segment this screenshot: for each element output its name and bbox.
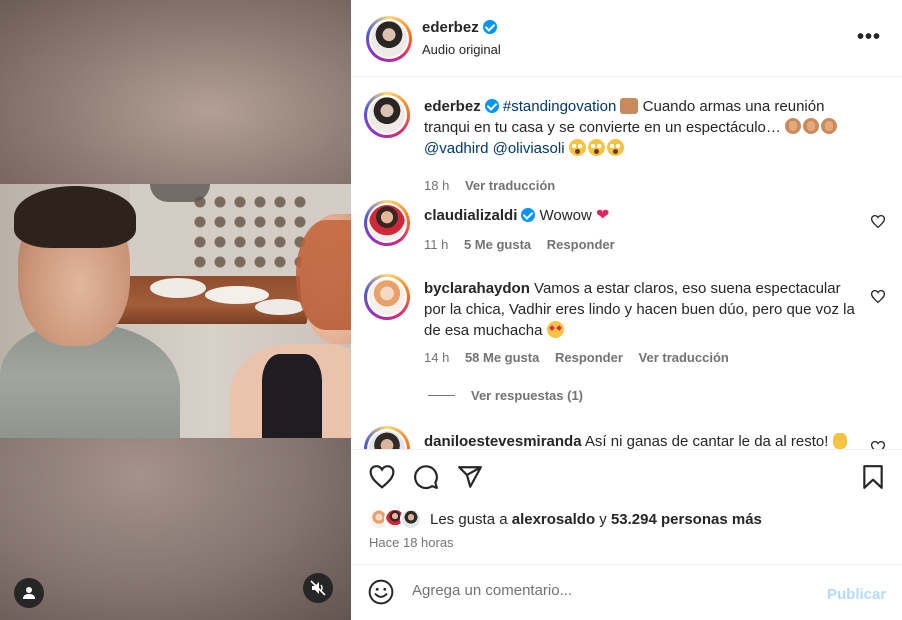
astonished-emoji-icon xyxy=(568,139,586,156)
red-heart-emoji-icon: ❤ xyxy=(595,205,610,224)
caption-hashtag[interactable]: #standingovation xyxy=(503,98,616,115)
verified-badge-icon xyxy=(521,208,536,222)
commenter-avatar[interactable] xyxy=(364,274,410,320)
likes-middle: y xyxy=(595,510,611,528)
user-tags-button[interactable] xyxy=(14,578,44,608)
raised-hands-emoji-icon xyxy=(620,98,639,114)
add-comment-bar: Publicar xyxy=(351,564,902,620)
comment-body: Wowow xyxy=(539,207,592,224)
clapping-hands-emoji-icon xyxy=(803,118,820,134)
comment-text: claudializaldi Wowow ❤ xyxy=(424,204,864,226)
view-replies-label: Ver respuestas (1) xyxy=(471,388,584,403)
speaker-muted-icon xyxy=(310,580,326,596)
video-person-man-hair xyxy=(14,186,136,248)
video-plate xyxy=(255,299,305,315)
likes-count[interactable]: 53.294 personas más xyxy=(611,511,762,528)
comment-like-heart-icon[interactable] xyxy=(871,215,885,228)
heart-icon[interactable] xyxy=(369,464,395,490)
person-icon xyxy=(23,587,35,599)
post-media[interactable] xyxy=(0,0,351,620)
comment-username[interactable]: claudializaldi xyxy=(424,207,517,224)
waving-hand-emoji-icon xyxy=(832,433,847,449)
post-timestamp[interactable]: Hace 18 horas xyxy=(369,535,454,550)
more-options-icon[interactable]: ••• xyxy=(857,26,881,49)
liker-avatar xyxy=(400,508,422,530)
emoji-icon[interactable] xyxy=(368,579,394,605)
astonished-emoji-icon xyxy=(587,139,605,156)
author-username-link[interactable]: ederbez xyxy=(422,19,479,36)
audio-link[interactable]: Audio original xyxy=(422,42,501,57)
comment-likes[interactable]: 58 Me gusta xyxy=(465,350,539,365)
comment-body: Así ni ganas de cantar le da al resto! xyxy=(584,433,829,449)
comment-time[interactable]: 11 h xyxy=(424,237,448,252)
likes-text: Les gusta a alexrosaldo y 53.294 persona… xyxy=(430,511,762,528)
comment-reply-button[interactable]: Responder xyxy=(547,237,615,252)
comment-username[interactable]: byclarahaydon xyxy=(424,280,530,297)
video-person-woman-dress xyxy=(262,354,322,438)
post-header: ederbez Audio original ••• xyxy=(351,0,902,77)
video-blur-background-top xyxy=(0,0,351,185)
video-plate xyxy=(150,278,206,298)
comment-icon[interactable] xyxy=(413,464,439,490)
video-frame[interactable] xyxy=(0,184,351,438)
likes-summary[interactable]: Les gusta a alexrosaldo y 53.294 persona… xyxy=(368,508,762,530)
post-actions: Les gusta a alexrosaldo y 53.294 persona… xyxy=(351,449,902,564)
comment-likes[interactable]: 5 Me gusta xyxy=(464,237,531,252)
caption-mention[interactable]: @oliviasoli xyxy=(493,140,565,157)
comment-meta: 14 h 58 Me gusta Responder Ver traducció… xyxy=(424,350,741,365)
caption-mention[interactable]: @vadhird xyxy=(424,140,488,157)
comment-meta: 11 h 5 Me gusta Responder xyxy=(424,237,627,252)
comment-input[interactable] xyxy=(412,582,802,599)
caption-text: ederbez #standingovation Cuando armas un… xyxy=(424,96,864,159)
verified-badge-icon xyxy=(482,20,497,34)
author-username[interactable]: ederbez xyxy=(422,19,497,36)
comment-like-heart-icon[interactable] xyxy=(871,290,885,303)
video-lamp xyxy=(150,184,210,202)
caption-meta: 18 h Ver traducción xyxy=(424,178,567,193)
star-struck-emoji-icon xyxy=(546,321,564,338)
author-avatar[interactable] xyxy=(366,16,412,62)
comment-username[interactable]: daniloestevesmiranda xyxy=(424,433,582,449)
comment-text: byclarahaydon Vamos a estar claros, eso … xyxy=(424,278,864,341)
view-replies-button[interactable]: Ver respuestas (1) xyxy=(428,388,583,403)
share-icon[interactable] xyxy=(457,464,483,490)
comment-like-heart-icon[interactable] xyxy=(871,441,885,449)
video-blur-background-bottom xyxy=(0,438,351,620)
video-person-woman-hair xyxy=(296,220,351,330)
caption-username[interactable]: ederbez xyxy=(424,98,481,115)
replies-divider-line xyxy=(428,395,455,396)
post-details-panel: ederbez Audio original ••• ederbez #stan… xyxy=(351,0,902,620)
comment-text: daniloestevesmiranda Así ni ganas de can… xyxy=(424,431,864,449)
astonished-emoji-icon xyxy=(606,139,624,156)
commenter-avatar[interactable] xyxy=(364,426,410,449)
clapping-hands-emoji-icon xyxy=(821,118,838,134)
clapping-hands-emoji-icon xyxy=(785,118,802,134)
bookmark-icon[interactable] xyxy=(860,464,886,490)
mute-toggle-button[interactable] xyxy=(303,573,333,603)
verified-badge-icon xyxy=(484,99,499,113)
caption-translate-link[interactable]: Ver traducción xyxy=(465,178,555,193)
caption-time[interactable]: 18 h xyxy=(424,178,449,193)
caption-author-avatar[interactable] xyxy=(364,92,410,138)
likes-prefix: Les gusta a xyxy=(430,510,512,528)
comment-translate-link[interactable]: Ver traducción xyxy=(639,350,729,365)
likes-user[interactable]: alexrosaldo xyxy=(512,511,595,528)
comment-time[interactable]: 14 h xyxy=(424,350,449,365)
commenter-avatar[interactable] xyxy=(364,200,410,246)
comment-reply-button[interactable]: Responder xyxy=(555,350,623,365)
publish-button[interactable]: Publicar xyxy=(827,586,886,603)
comments-list[interactable]: ederbez #standingovation Cuando armas un… xyxy=(351,78,902,449)
